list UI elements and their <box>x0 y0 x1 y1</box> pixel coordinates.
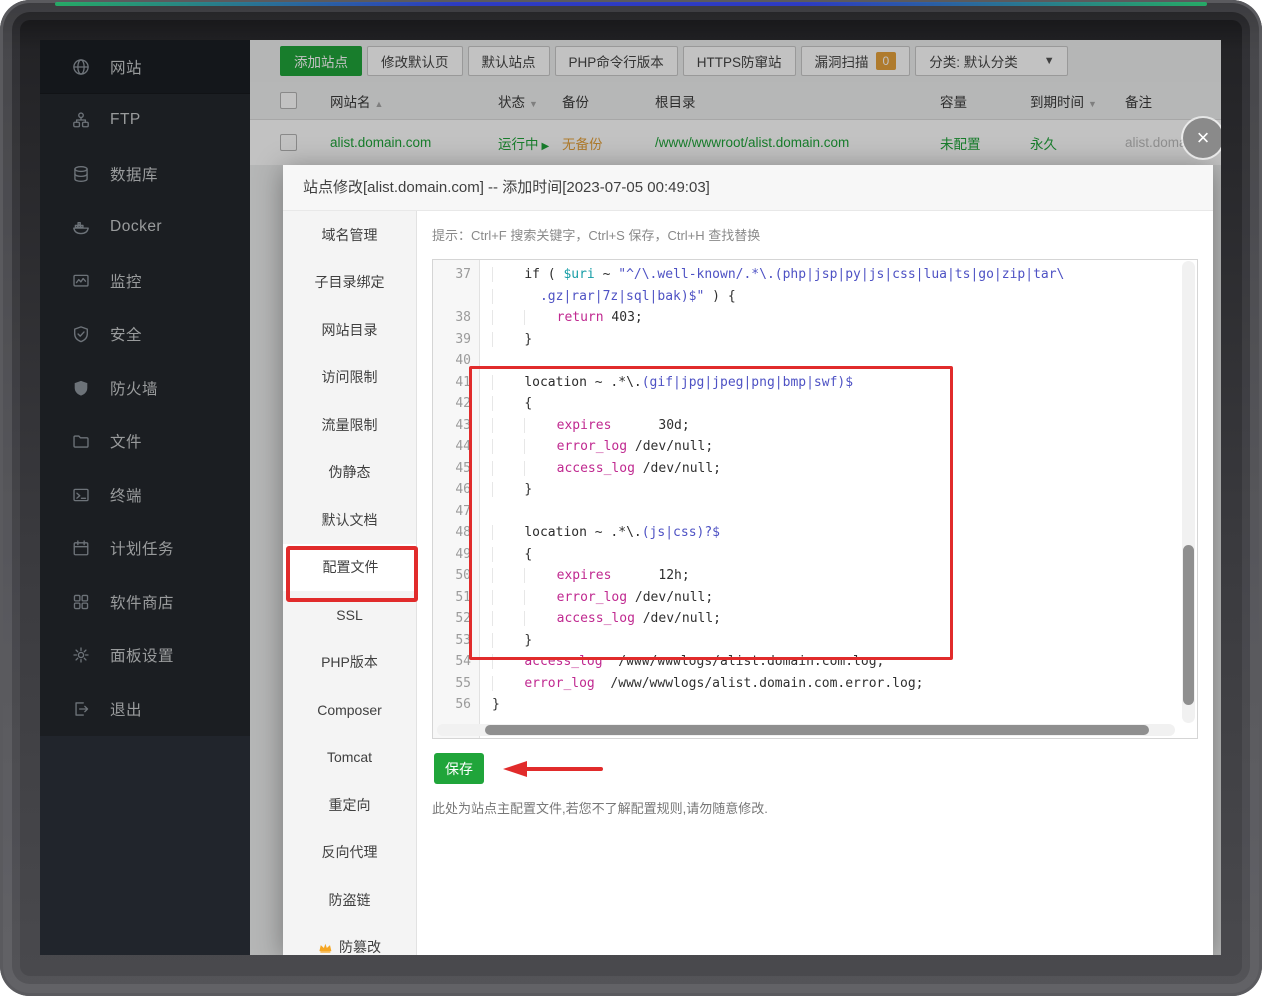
editor-hint: 提示：Ctrl+F 搜索关键字，Ctrl+S 保存，Ctrl+H 查找替换 <box>432 225 760 244</box>
site-edit-modal: 站点修改[alist.domain.com] -- 添加时间[2023-07-0… <box>283 165 1213 955</box>
save-button[interactable]: 保存 <box>434 753 484 784</box>
modal-tab-label: 网站目录 <box>322 320 378 340</box>
line-number: 37 <box>433 264 479 286</box>
line-number: 45 <box>433 458 479 480</box>
modal-tab-label: 子目录绑定 <box>315 272 385 292</box>
line-number: 54 <box>433 651 479 673</box>
panel: 网站 FTP 数据库 Docker 监控 <box>40 40 1221 955</box>
editor-horizontal-scrollbar <box>437 724 1175 736</box>
line-number: 42 <box>433 393 479 415</box>
line-number <box>433 286 479 308</box>
modal-tab-label: 默认文档 <box>322 510 378 530</box>
code-line: 40 <box>433 350 1181 372</box>
line-number: 44 <box>433 436 479 458</box>
code-line: 50 expires 12h; <box>433 565 1181 587</box>
line-number: 39 <box>433 329 479 351</box>
line-number: 41 <box>433 372 479 394</box>
modal-tab-tamper-proof[interactable]: 防篡改 <box>283 924 416 956</box>
modal-tab-label: 反向代理 <box>322 842 378 862</box>
modal-tab-label: 防盗链 <box>329 890 371 910</box>
modal-tab-access-limit[interactable]: 访问限制 <box>283 354 416 402</box>
editor-vertical-scrollbar <box>1182 261 1195 723</box>
line-number: 56 <box>433 694 479 716</box>
modal-tab-label: 伪静态 <box>329 462 371 482</box>
modal-tab-site-dir[interactable]: 网站目录 <box>283 306 416 354</box>
vertical-scrollbar-thumb[interactable] <box>1183 545 1194 705</box>
config-editor[interactable]: 37 if ( $uri ~ "^/\.well-known/.*\.(php|… <box>432 259 1198 739</box>
modal-tab-subdir[interactable]: 子目录绑定 <box>283 259 416 307</box>
modal-tab-rewrite[interactable]: 伪静态 <box>283 449 416 497</box>
modal-tab-label: PHP版本 <box>321 652 378 672</box>
code-line: 48 location ~ .*\.(js|css)?$ <box>433 522 1181 544</box>
frame-top-accent <box>55 2 1207 6</box>
line-number: 53 <box>433 630 479 652</box>
code-line: 55 error_log /www/wwwlogs/alist.domain.c… <box>433 673 1181 695</box>
modal-tab-redirect[interactable]: 重定向 <box>283 781 416 829</box>
modal-tab-tomcat[interactable]: Tomcat <box>283 734 416 782</box>
modal-tab-menu: 域名管理 子目录绑定 网站目录 <box>283 211 417 955</box>
code-line: 42 { <box>433 393 1181 415</box>
modal-title: 站点修改[alist.domain.com] -- 添加时间[2023-07-0… <box>283 165 1213 210</box>
modal-tab-default-doc[interactable]: 默认文档 <box>283 496 416 544</box>
horizontal-scrollbar-thumb[interactable] <box>485 725 1149 735</box>
modal-tab-label: Tomcat <box>327 749 372 765</box>
line-number: 43 <box>433 415 479 437</box>
close-icon[interactable]: × <box>1183 118 1221 158</box>
line-number: 51 <box>433 587 479 609</box>
line-number: 47 <box>433 501 479 523</box>
decorative-frame: 网站 FTP 数据库 Docker 监控 <box>0 0 1262 996</box>
line-number: 52 <box>433 608 479 630</box>
code-line: 49 { <box>433 544 1181 566</box>
modal-tab-ssl[interactable]: SSL <box>283 591 416 639</box>
code-line: .gz|rar|7z|sql|bak)$" ) { <box>433 286 1181 308</box>
modal-tab-label: 重定向 <box>329 795 371 815</box>
code-line: 39 } <box>433 329 1181 351</box>
line-number: 55 <box>433 673 479 695</box>
line-number: 50 <box>433 565 479 587</box>
code-line: 52 access_log /dev/null; <box>433 608 1181 630</box>
line-number: 49 <box>433 544 479 566</box>
line-number: 38 <box>433 307 479 329</box>
code-line: 45 access_log /dev/null; <box>433 458 1181 480</box>
code-line: 54 access_log /www/wwwlogs/alist.domain.… <box>433 651 1181 673</box>
code-line: 37 if ( $uri ~ "^/\.well-known/.*\.(php|… <box>433 264 1181 286</box>
modal-content: 提示：Ctrl+F 搜索关键字，Ctrl+S 保存，Ctrl+H 查找替换 37… <box>425 211 1213 955</box>
code-line: 56 } <box>433 694 1181 716</box>
code-line: 38 return 403; <box>433 307 1181 329</box>
modal-tab-label: 配置文件 <box>323 557 379 577</box>
modal-header: 站点修改[alist.domain.com] -- 添加时间[2023-07-0… <box>283 165 1213 211</box>
modal-tab-label: SSL <box>336 607 362 623</box>
code-line: 46 } <box>433 479 1181 501</box>
editor-lines: 37 if ( $uri ~ "^/\.well-known/.*\.(php|… <box>433 264 1181 716</box>
code-line: 43 expires 30d; <box>433 415 1181 437</box>
line-number: 46 <box>433 479 479 501</box>
modal-tab-reverse-proxy[interactable]: 反向代理 <box>283 829 416 877</box>
code-line: 51 error_log /dev/null; <box>433 587 1181 609</box>
modal-tab-label: Composer <box>317 702 382 718</box>
modal-tab-php-version[interactable]: PHP版本 <box>283 639 416 687</box>
annotation-arrow <box>501 759 605 779</box>
modal-tab-config-file[interactable]: 配置文件 <box>283 544 417 592</box>
crown-icon <box>318 941 333 953</box>
code-line: 41 location ~ .*\.(gif|jpg|jpeg|png|bmp|… <box>433 372 1181 394</box>
code-line: 47 <box>433 501 1181 523</box>
modal-tab-label: 流量限制 <box>322 415 378 435</box>
modal-tab-hotlink[interactable]: 防盗链 <box>283 876 416 924</box>
modal-tab-traffic-limit[interactable]: 流量限制 <box>283 401 416 449</box>
modal-tab-composer[interactable]: Composer <box>283 686 416 734</box>
modal-tab-label: 访问限制 <box>322 367 378 387</box>
line-number: 40 <box>433 350 479 372</box>
code-line: 44 error_log /dev/null; <box>433 436 1181 458</box>
modal-tab-label: 域名管理 <box>322 225 378 245</box>
modal-tab-label: 防篡改 <box>339 937 381 955</box>
config-warning-text: 此处为站点主配置文件,若您不了解配置规则,请勿随意修改. <box>432 798 768 817</box>
code-line: 53 } <box>433 630 1181 652</box>
line-number: 48 <box>433 522 479 544</box>
modal-tab-domain[interactable]: 域名管理 <box>283 211 416 259</box>
